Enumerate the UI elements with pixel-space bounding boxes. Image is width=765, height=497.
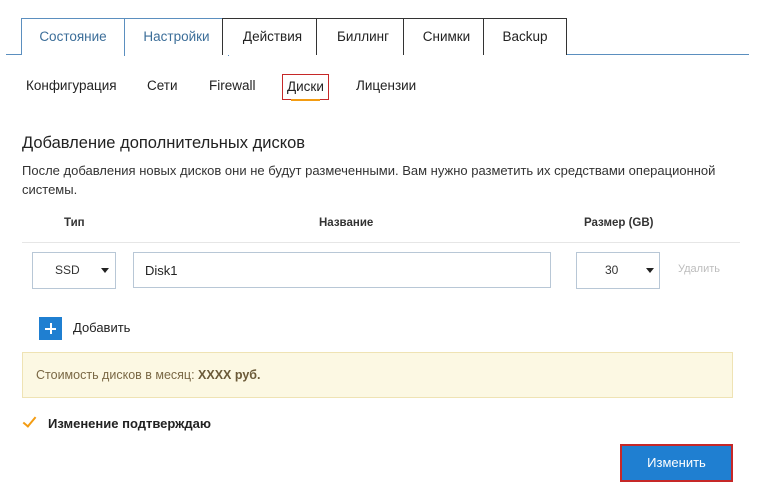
- submit-change-button[interactable]: Изменить: [620, 444, 733, 482]
- confirm-checkbox[interactable]: [22, 413, 38, 430]
- delete-disk-link[interactable]: Удалить: [678, 263, 720, 275]
- cost-value: XXXX руб.: [198, 368, 261, 382]
- disk-size-select[interactable]: 30: [576, 252, 660, 289]
- monthly-cost-notice: Стоимость дисков в месяц: XXXX руб.: [22, 352, 733, 398]
- active-subtab-indicator: [291, 99, 320, 101]
- checkmark-icon: [22, 413, 37, 428]
- disk-size-value: 30: [605, 263, 619, 277]
- add-disk-button[interactable]: [39, 317, 62, 340]
- subtab-configuration[interactable]: Конфигурация: [26, 74, 117, 100]
- disk-type-select[interactable]: SSD: [32, 252, 116, 289]
- add-disk-label[interactable]: Добавить: [73, 320, 130, 335]
- subtab-disks-label: Диски: [287, 79, 324, 94]
- subtab-licenses[interactable]: Лицензии: [356, 74, 416, 100]
- cost-label: Стоимость дисков в месяц:: [36, 368, 199, 382]
- chevron-down-icon: [101, 268, 109, 273]
- subtab-networks[interactable]: Сети: [147, 74, 178, 100]
- column-header-name: Название: [319, 217, 374, 229]
- tab-billing[interactable]: Биллинг: [316, 18, 410, 55]
- top-tab-bar: Состояние Настройки Действия Биллинг Сни…: [6, 18, 749, 56]
- subtab-firewall[interactable]: Firewall: [209, 74, 256, 100]
- plus-icon-vertical: [49, 323, 52, 334]
- column-header-type: Тип: [64, 217, 85, 229]
- section-description: После добавления новых дисков они не буд…: [22, 163, 716, 197]
- table-header-divider: [22, 242, 740, 243]
- tab-actions[interactable]: Действия: [222, 18, 323, 55]
- disk-type-value: SSD: [55, 263, 80, 277]
- tab-status[interactable]: Состояние: [21, 18, 125, 55]
- tab-snapshots[interactable]: Снимки: [403, 18, 490, 55]
- column-header-size: Размер (GB): [584, 217, 654, 229]
- subtab-disks[interactable]: Диски: [282, 74, 329, 101]
- confirm-label[interactable]: Изменение подтверждаю: [48, 416, 211, 431]
- disk-name-input[interactable]: [133, 252, 551, 288]
- section-title: Добавление дополнительных дисков: [22, 134, 306, 152]
- tab-backup[interactable]: Backup: [483, 18, 567, 55]
- tab-settings[interactable]: Настройки: [124, 18, 229, 56]
- chevron-down-icon: [646, 268, 654, 273]
